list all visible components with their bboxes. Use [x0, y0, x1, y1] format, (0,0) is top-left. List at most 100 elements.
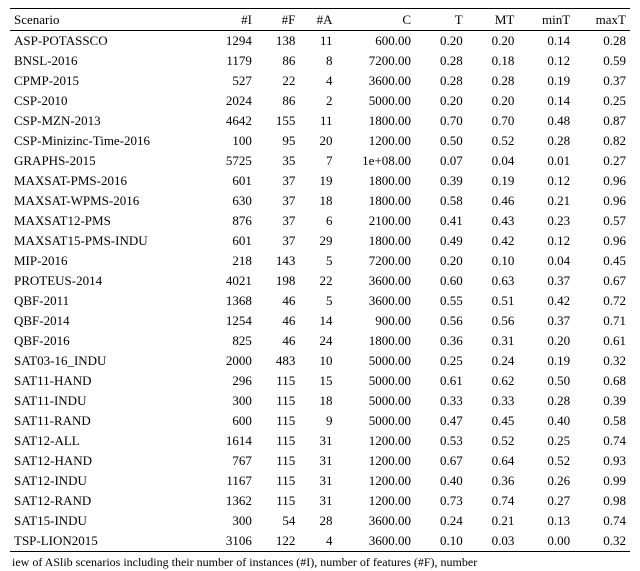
cell-a: 10: [299, 351, 336, 371]
cell-f: 54: [256, 511, 299, 531]
cell-maxt: 0.61: [574, 331, 630, 351]
cell-maxt: 0.96: [574, 171, 630, 191]
cell-maxt: 0.99: [574, 471, 630, 491]
cell-c: 2100.00: [337, 211, 416, 231]
cell-maxt: 0.71: [574, 311, 630, 331]
table-row: QBF-201412544614900.000.560.560.370.71: [10, 311, 630, 331]
cell-maxt: 0.74: [574, 511, 630, 531]
table-row: SAT12-RAND1362115311200.000.730.740.270.…: [10, 491, 630, 511]
table-row: QBF-201682546241800.000.360.310.200.61: [10, 331, 630, 351]
table-row: SAT11-INDU300115185000.000.330.330.280.3…: [10, 391, 630, 411]
table-row: TSP-LION2015310612243600.000.100.030.000…: [10, 531, 630, 552]
cell-c: 1800.00: [337, 171, 416, 191]
cell-c: 1200.00: [337, 471, 416, 491]
cell-i: 5725: [206, 151, 256, 171]
cell-maxt: 0.37: [574, 71, 630, 91]
cell-c: 5000.00: [337, 411, 416, 431]
cell-t: 0.67: [415, 451, 467, 471]
cell-mint: 0.00: [518, 531, 574, 552]
cell-a: 19: [299, 171, 336, 191]
cell-mt: 0.28: [467, 71, 519, 91]
table-row: SAT11-RAND60011595000.000.470.450.400.58: [10, 411, 630, 431]
cell-a: 11: [299, 31, 336, 52]
cell-f: 46: [256, 331, 299, 351]
table-row: ASP-POTASSCO129413811600.000.200.200.140…: [10, 31, 630, 52]
cell-mt: 0.51: [467, 291, 519, 311]
col-i: #I: [206, 9, 256, 31]
cell-i: 2000: [206, 351, 256, 371]
cell-scenario: SAT11-HAND: [10, 371, 206, 391]
cell-f: 143: [256, 251, 299, 271]
cell-f: 483: [256, 351, 299, 371]
cell-t: 0.61: [415, 371, 467, 391]
cell-t: 0.40: [415, 471, 467, 491]
cell-a: 18: [299, 391, 336, 411]
cell-scenario: MAXSAT-PMS-2016: [10, 171, 206, 191]
cell-c: 1e+08.00: [337, 151, 416, 171]
cell-t: 0.28: [415, 71, 467, 91]
cell-f: 115: [256, 411, 299, 431]
cell-a: 2: [299, 91, 336, 111]
cell-scenario: GRAPHS-2015: [10, 151, 206, 171]
cell-f: 198: [256, 271, 299, 291]
cell-c: 5000.00: [337, 351, 416, 371]
cell-c: 3600.00: [337, 531, 416, 552]
cell-scenario: SAT03-16_INDU: [10, 351, 206, 371]
cell-scenario: QBF-2016: [10, 331, 206, 351]
table-row: PROTEUS-20144021198223600.000.600.630.37…: [10, 271, 630, 291]
cell-t: 0.50: [415, 131, 467, 151]
cell-mt: 0.62: [467, 371, 519, 391]
cell-a: 14: [299, 311, 336, 331]
cell-i: 4642: [206, 111, 256, 131]
cell-t: 0.70: [415, 111, 467, 131]
cell-t: 0.28: [415, 51, 467, 71]
cell-a: 15: [299, 371, 336, 391]
cell-maxt: 0.68: [574, 371, 630, 391]
cell-scenario: ASP-POTASSCO: [10, 31, 206, 52]
cell-t: 0.20: [415, 251, 467, 271]
table-row: CSP-201020248625000.000.200.200.140.25: [10, 91, 630, 111]
cell-c: 3600.00: [337, 71, 416, 91]
table-row: SAT12-HAND767115311200.000.670.640.520.9…: [10, 451, 630, 471]
cell-scenario: MAXSAT-WPMS-2016: [10, 191, 206, 211]
cell-a: 7: [299, 151, 336, 171]
cell-f: 155: [256, 111, 299, 131]
cell-c: 5000.00: [337, 91, 416, 111]
cell-maxt: 0.93: [574, 451, 630, 471]
cell-c: 7200.00: [337, 251, 416, 271]
cell-i: 1254: [206, 311, 256, 331]
cell-maxt: 0.74: [574, 431, 630, 451]
cell-maxt: 0.57: [574, 211, 630, 231]
cell-a: 28: [299, 511, 336, 531]
cell-mint: 0.25: [518, 431, 574, 451]
cell-mint: 0.14: [518, 91, 574, 111]
cell-c: 1200.00: [337, 431, 416, 451]
cell-t: 0.56: [415, 311, 467, 331]
cell-maxt: 0.27: [574, 151, 630, 171]
cell-t: 0.53: [415, 431, 467, 451]
cell-i: 1368: [206, 291, 256, 311]
scenario-table: Scenario #I #F #A C T MT minT maxT ASP-P…: [10, 8, 630, 552]
cell-t: 0.55: [415, 291, 467, 311]
col-maxt: maxT: [574, 9, 630, 31]
cell-c: 1800.00: [337, 331, 416, 351]
cell-mint: 0.28: [518, 131, 574, 151]
table-row: BNSL-201611798687200.000.280.180.120.59: [10, 51, 630, 71]
cell-mt: 0.56: [467, 311, 519, 331]
cell-f: 115: [256, 491, 299, 511]
cell-t: 0.41: [415, 211, 467, 231]
cell-i: 601: [206, 231, 256, 251]
cell-f: 22: [256, 71, 299, 91]
cell-f: 115: [256, 431, 299, 451]
cell-f: 115: [256, 471, 299, 491]
cell-i: 876: [206, 211, 256, 231]
cell-scenario: CPMP-2015: [10, 71, 206, 91]
cell-t: 0.25: [415, 351, 467, 371]
cell-mt: 0.42: [467, 231, 519, 251]
cell-scenario: SAT12-HAND: [10, 451, 206, 471]
cell-mint: 0.14: [518, 31, 574, 52]
cell-t: 0.73: [415, 491, 467, 511]
cell-mt: 0.70: [467, 111, 519, 131]
cell-scenario: QBF-2014: [10, 311, 206, 331]
cell-mint: 0.42: [518, 291, 574, 311]
